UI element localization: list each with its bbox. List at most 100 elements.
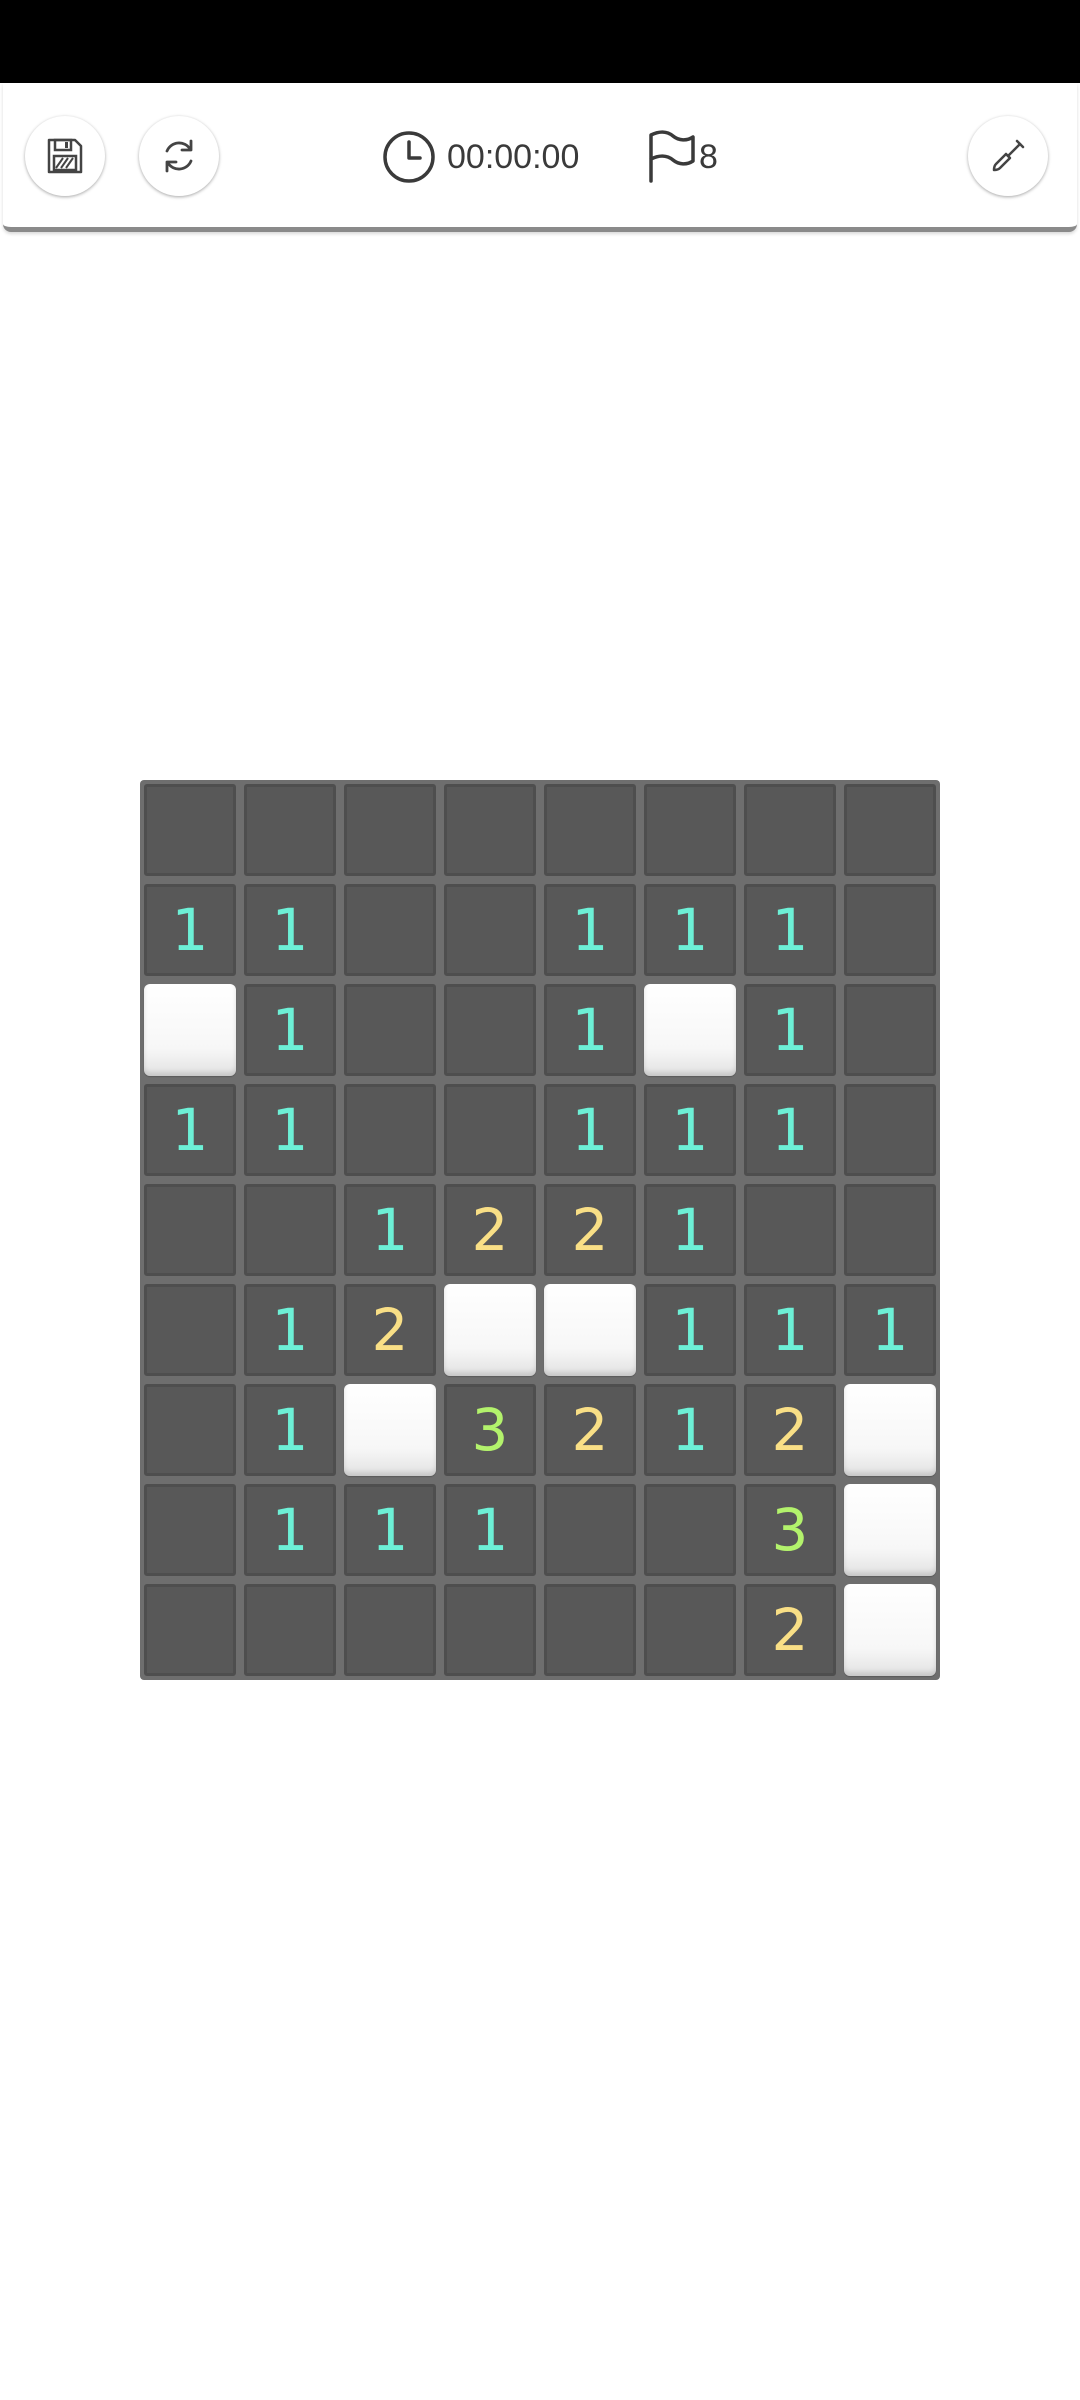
dig-mode-button[interactable] [968,116,1048,196]
number-cell[interactable]: 1 [244,984,336,1076]
revealed-cell[interactable] [644,784,736,876]
revealed-cell[interactable] [444,884,536,976]
revealed-cell[interactable] [144,1184,236,1276]
number-cell[interactable]: 1 [744,884,836,976]
number-cell[interactable]: 1 [644,1084,736,1176]
cell-number: 2 [771,1596,809,1664]
number-cell[interactable]: 1 [444,1484,536,1576]
unrevealed-cell[interactable] [844,1584,936,1676]
revealed-cell[interactable] [644,1584,736,1676]
revealed-cell[interactable] [844,884,936,976]
revealed-cell[interactable] [544,1484,636,1576]
unrevealed-cell[interactable] [644,984,736,1076]
cell-number: 1 [771,1096,809,1164]
revealed-cell[interactable] [444,784,536,876]
cell-number: 1 [671,1196,709,1264]
cell-number: 1 [371,1196,409,1264]
revealed-cell[interactable] [844,1084,936,1176]
revealed-cell[interactable] [244,1584,336,1676]
flag-icon [649,130,695,183]
number-cell[interactable]: 1 [244,884,336,976]
revealed-cell[interactable] [244,1184,336,1276]
unrevealed-cell[interactable] [844,1384,936,1476]
timer-value: 00:00:00 [447,137,580,176]
cell-number: 1 [571,1096,609,1164]
revealed-cell[interactable] [144,1384,236,1476]
revealed-cell[interactable] [444,1584,536,1676]
number-cell[interactable]: 1 [744,1284,836,1376]
number-cell[interactable]: 1 [644,1384,736,1476]
revealed-cell[interactable] [744,1184,836,1276]
revealed-cell[interactable] [744,784,836,876]
number-cell[interactable]: 1 [144,884,236,976]
number-cell[interactable]: 1 [544,984,636,1076]
revealed-cell[interactable] [444,984,536,1076]
revealed-cell[interactable] [144,784,236,876]
unrevealed-cell[interactable] [544,1284,636,1376]
cell-number: 2 [571,1396,609,1464]
number-cell[interactable]: 1 [244,1084,336,1176]
number-cell[interactable]: 3 [744,1484,836,1576]
cell-number: 1 [271,1296,309,1364]
cell-number: 1 [271,1096,309,1164]
unrevealed-cell[interactable] [344,1384,436,1476]
number-cell[interactable]: 1 [544,1084,636,1176]
save-button[interactable] [25,116,105,196]
cell-number: 1 [271,996,309,1064]
number-cell[interactable]: 1 [144,1084,236,1176]
revealed-cell[interactable] [344,784,436,876]
cell-number: 1 [271,1396,309,1464]
revealed-cell[interactable] [144,1484,236,1576]
unrevealed-cell[interactable] [444,1284,536,1376]
cell-number: 1 [771,1296,809,1364]
revealed-cell[interactable] [644,1484,736,1576]
number-cell[interactable]: 2 [544,1384,636,1476]
number-cell[interactable]: 2 [344,1284,436,1376]
number-cell[interactable]: 2 [544,1184,636,1276]
unrevealed-cell[interactable] [844,1484,936,1576]
number-cell[interactable]: 1 [244,1484,336,1576]
minefield-grid: 11111111111111221121111321211132 [140,780,940,1680]
number-cell[interactable]: 1 [644,1284,736,1376]
restart-button[interactable] [139,116,219,196]
number-cell[interactable]: 1 [744,984,836,1076]
revealed-cell[interactable] [344,884,436,976]
number-cell[interactable]: 2 [744,1384,836,1476]
cell-number: 3 [471,1396,509,1464]
cell-number: 1 [571,996,609,1064]
revealed-cell[interactable] [244,784,336,876]
unrevealed-cell[interactable] [144,984,236,1076]
number-cell[interactable]: 1 [544,884,636,976]
floppy-disk-icon [47,138,83,174]
game-toolbar: 00:00:00 8 [3,83,1077,232]
cell-number: 3 [771,1496,809,1564]
revealed-cell[interactable] [344,1584,436,1676]
revealed-cell[interactable] [344,984,436,1076]
cell-number: 1 [371,1496,409,1564]
number-cell[interactable]: 1 [344,1484,436,1576]
cell-number: 1 [771,996,809,1064]
revealed-cell[interactable] [544,1584,636,1676]
number-cell[interactable]: 1 [844,1284,936,1376]
number-cell[interactable]: 2 [744,1584,836,1676]
cell-number: 1 [271,1496,309,1564]
revealed-cell[interactable] [544,784,636,876]
revealed-cell[interactable] [444,1084,536,1176]
refresh-icon [165,139,193,173]
number-cell[interactable]: 2 [444,1184,536,1276]
revealed-cell[interactable] [344,1084,436,1176]
number-cell[interactable]: 1 [244,1384,336,1476]
number-cell[interactable]: 1 [644,1184,736,1276]
revealed-cell[interactable] [144,1584,236,1676]
number-cell[interactable]: 3 [444,1384,536,1476]
cell-number: 1 [471,1496,509,1564]
cell-number: 1 [271,896,309,964]
revealed-cell[interactable] [844,784,936,876]
revealed-cell[interactable] [844,984,936,1076]
number-cell[interactable]: 1 [644,884,736,976]
number-cell[interactable]: 1 [744,1084,836,1176]
revealed-cell[interactable] [844,1184,936,1276]
number-cell[interactable]: 1 [344,1184,436,1276]
number-cell[interactable]: 1 [244,1284,336,1376]
revealed-cell[interactable] [144,1284,236,1376]
